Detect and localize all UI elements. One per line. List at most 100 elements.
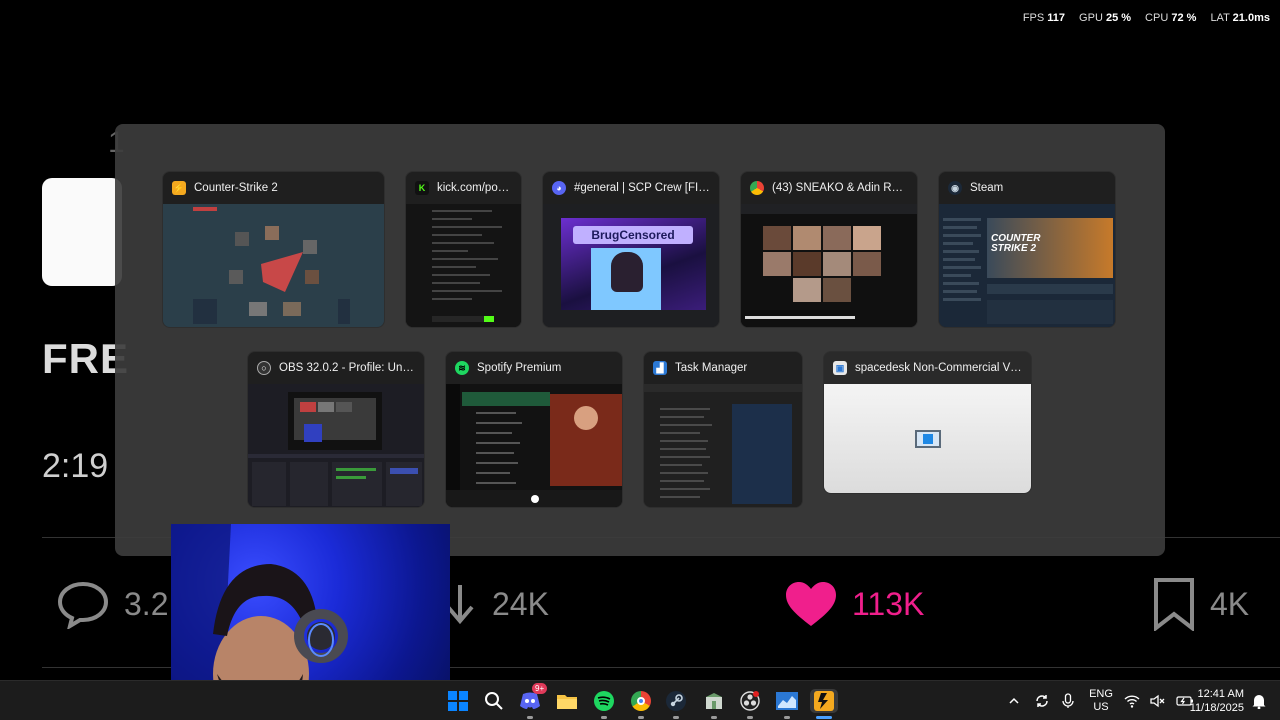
- window-thumbnail: [644, 384, 802, 507]
- window-title: Steam: [970, 182, 1004, 194]
- obs-icon: [740, 691, 760, 711]
- heart-icon: [786, 582, 836, 626]
- taskbar-unknown-app[interactable]: [702, 689, 726, 713]
- task-manager-icon: [776, 692, 798, 710]
- window-title: (43) SNEAKO & Adin Ross H...: [772, 182, 908, 194]
- background-media-card: [42, 178, 122, 286]
- spotify-icon: ≋: [455, 361, 469, 375]
- taskbar-obs[interactable]: [738, 689, 762, 713]
- bookmark-count: 4K: [1210, 585, 1250, 622]
- window-title: #general | SCP Crew [FINAL...: [574, 182, 710, 194]
- background-post-time: 2:19: [42, 447, 109, 485]
- window-thumbnail: [446, 384, 622, 507]
- gpu-readout: GPU 25 %: [1079, 12, 1132, 24]
- taskbar-task-manager[interactable]: [775, 689, 799, 713]
- discord-icon: ◕: [552, 181, 566, 195]
- window-title: kick.com/popo...: [437, 182, 512, 194]
- spacedesk-monitor-icon: [915, 430, 941, 448]
- cs2-icon: ⚡: [172, 181, 186, 195]
- wifi-icon: [1124, 695, 1140, 708]
- window-title: Counter-Strike 2: [194, 182, 278, 194]
- window-card-steam[interactable]: ◉ Steam COUNTER STRIKE 2: [938, 171, 1116, 328]
- window-card-spacedesk[interactable]: ▣ spacedesk Non-Commercial Viewer...: [823, 351, 1032, 494]
- window-card-chrome-youtube[interactable]: (43) SNEAKO & Adin Ross H...: [740, 171, 918, 328]
- steam-icon: [666, 691, 686, 711]
- show-hidden-icons-button[interactable]: [1008, 681, 1020, 720]
- quick-settings[interactable]: [1124, 681, 1194, 720]
- taskbar-counter-strike[interactable]: [810, 689, 838, 713]
- sync-icon: [1036, 695, 1048, 707]
- search-icon: [485, 692, 503, 710]
- window-thumbnail: [163, 204, 384, 327]
- window-title: Spotify Premium: [477, 362, 562, 374]
- volume-muted-icon: [1150, 694, 1165, 708]
- notifications-button[interactable]: [1252, 681, 1266, 720]
- stream-preview: BrugCensored: [561, 218, 706, 310]
- reply-count: 3.2: [124, 585, 169, 622]
- reply-icon: [57, 581, 109, 629]
- language-indicator[interactable]: ENG US: [1088, 681, 1114, 720]
- taskbar-chrome[interactable]: [629, 689, 653, 713]
- chrome-icon: [750, 181, 764, 195]
- window-card-counter-strike[interactable]: ⚡ Counter-Strike 2: [162, 171, 385, 328]
- window-title: OBS 32.0.2 - Profile: Untitled...: [279, 362, 415, 374]
- kick-icon: K: [415, 181, 429, 195]
- running-indicator: [784, 716, 790, 719]
- repost-count: 24K: [492, 585, 549, 622]
- window-thumbnail: [406, 204, 521, 327]
- tray-sync[interactable]: [1034, 681, 1050, 720]
- window-title: Task Manager: [675, 362, 748, 374]
- tray-microphone[interactable]: [1062, 681, 1074, 720]
- task-manager-icon: ▟: [653, 361, 667, 375]
- window-thumbnail: COUNTER STRIKE 2: [939, 204, 1115, 327]
- task-switcher: ⚡ Counter-Strike 2 K kick.com/popo... ◕ …: [115, 124, 1165, 556]
- window-card-discord[interactable]: ◕ #general | SCP Crew [FINAL... BrugCens…: [542, 171, 720, 328]
- chrome-icon: [631, 691, 651, 711]
- window-thumbnail: [824, 384, 1031, 493]
- fps-readout: FPS 117: [1022, 12, 1066, 24]
- language-code: ENG: [1089, 688, 1113, 700]
- running-indicator: [527, 716, 533, 719]
- chevron-up-icon: [1009, 697, 1019, 704]
- start-button[interactable]: [446, 689, 470, 713]
- clock-time: 12:41 AM: [1197, 688, 1244, 700]
- running-indicator: [673, 716, 679, 719]
- spacedesk-icon: ▣: [833, 361, 847, 375]
- taskbar-file-explorer[interactable]: [555, 689, 579, 713]
- taskbar-steam[interactable]: [664, 689, 688, 713]
- cpu-readout: CPU 72 %: [1145, 12, 1197, 24]
- window-card-spotify[interactable]: ≋ Spotify Premium: [445, 351, 623, 508]
- window-thumbnail: [248, 384, 424, 507]
- microphone-icon: [1062, 693, 1074, 708]
- windows-icon: [448, 691, 468, 711]
- window-thumbnail: [741, 204, 917, 327]
- steam-icon: ◉: [948, 181, 962, 195]
- discord-icon: [520, 692, 540, 709]
- window-thumbnail: BrugCensored: [543, 204, 719, 327]
- taskbar-spotify[interactable]: [592, 689, 616, 713]
- active-indicator: [816, 716, 832, 719]
- window-card-task-manager[interactable]: ▟ Task Manager: [643, 351, 803, 508]
- like-count: 113K: [852, 585, 925, 622]
- clock[interactable]: 12:41 AM 11/18/2025: [1186, 681, 1244, 720]
- reply-stat[interactable]: 3.2: [56, 578, 168, 630]
- taskbar-discord[interactable]: 9+: [518, 683, 548, 713]
- stream-overlay-text: BrugCensored: [573, 226, 693, 244]
- taskbar: 9+ ENG US 12:41 AM 11/18/2025: [0, 680, 1280, 720]
- app-icon: [706, 693, 722, 709]
- obs-icon: ○: [257, 361, 271, 375]
- region-code: US: [1093, 701, 1109, 713]
- like-stat[interactable]: 113K: [784, 578, 924, 630]
- folder-icon: [557, 695, 577, 709]
- running-indicator: [638, 716, 644, 719]
- screen: 1 FRE 2:19 3.2 24K 113K 4K FPS 117 GPU 2…: [0, 0, 1280, 720]
- search-button[interactable]: [482, 689, 506, 713]
- cs2-icon: [814, 691, 834, 711]
- window-card-obs[interactable]: ○ OBS 32.0.2 - Profile: Untitled...: [247, 351, 425, 508]
- bookmark-icon: [1154, 578, 1194, 631]
- window-title: spacedesk Non-Commercial Viewer...: [855, 362, 1022, 374]
- repost-stat[interactable]: 24K: [442, 578, 549, 630]
- running-indicator: [747, 716, 753, 719]
- window-card-kick[interactable]: K kick.com/popo...: [405, 171, 522, 328]
- bookmark-stat[interactable]: 4K: [1152, 578, 1250, 631]
